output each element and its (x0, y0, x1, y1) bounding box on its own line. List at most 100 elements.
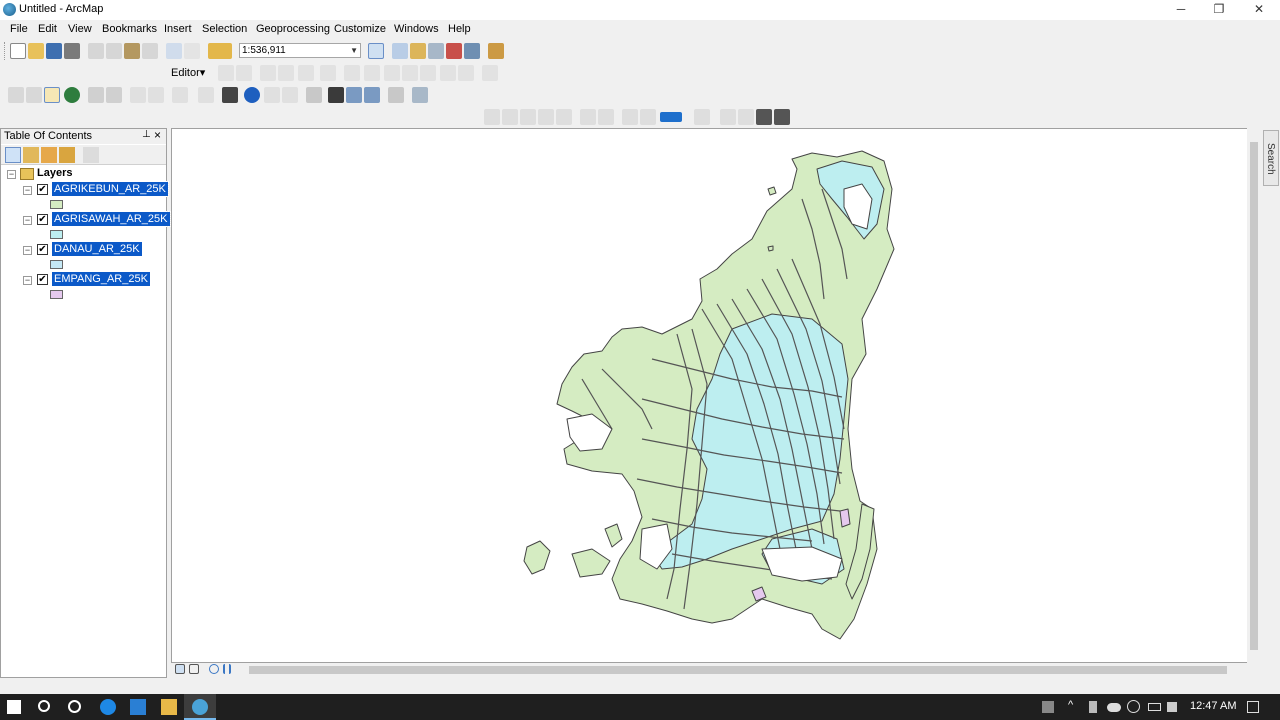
menu-insert[interactable]: Insert (164, 23, 192, 35)
layout-pan-icon[interactable] (520, 109, 536, 125)
taskbar-clock[interactable]: 12:47 AM (1190, 700, 1236, 712)
fixed-zoom-out-icon[interactable] (106, 87, 122, 103)
arctoolbox-icon[interactable] (446, 43, 462, 59)
menu-selection[interactable]: Selection (202, 23, 247, 35)
layout-back-icon[interactable] (622, 109, 638, 125)
horizontal-scroll-thumb[interactable] (249, 666, 1227, 674)
data-driven-pages-icon[interactable] (756, 109, 772, 125)
paste-icon[interactable] (124, 43, 140, 59)
find-route-icon[interactable] (346, 87, 362, 103)
endpoint-arc-icon[interactable] (278, 65, 294, 81)
menu-bookmarks[interactable]: Bookmarks (102, 23, 157, 35)
cut-icon[interactable] (88, 43, 104, 59)
clear-selection-icon[interactable] (198, 87, 214, 103)
menu-customize[interactable]: Customize (334, 23, 386, 35)
layer-collapse-icon[interactable]: − (23, 276, 32, 285)
mail-icon[interactable] (130, 699, 146, 715)
layout-forward-icon[interactable] (640, 109, 656, 125)
toc-window-icon[interactable] (392, 43, 408, 59)
straight-segment-icon[interactable] (260, 65, 276, 81)
menu-geoprocessing[interactable]: Geoprocessing (256, 23, 330, 35)
full-extent-icon[interactable] (64, 87, 80, 103)
list-by-drawing-order-icon[interactable] (5, 147, 21, 163)
layer-visibility-checkbox[interactable]: ✔ (37, 214, 48, 225)
layers-root-label[interactable]: Layers (37, 167, 72, 179)
search-icon[interactable] (38, 700, 50, 712)
pin-icon[interactable]: ⊥ (142, 129, 151, 140)
file-explorer-icon[interactable] (161, 699, 177, 715)
time-slider-icon[interactable] (388, 87, 404, 103)
layout-view-icon[interactable] (189, 664, 199, 674)
html-popup-icon[interactable] (282, 87, 298, 103)
layer-name-empang[interactable]: EMPANG_AR_25K (51, 271, 151, 287)
zoom-percent-field[interactable] (660, 112, 682, 122)
battery-icon[interactable] (1148, 703, 1161, 711)
model-builder-icon[interactable] (488, 43, 504, 59)
go-forward-icon[interactable] (148, 87, 164, 103)
zoom-whole-page-icon[interactable] (538, 109, 554, 125)
vertical-scroll-thumb[interactable] (1250, 142, 1258, 650)
edit-annotation-icon[interactable] (236, 65, 252, 81)
sketch-properties-icon[interactable] (458, 65, 474, 81)
python-window-icon[interactable] (464, 43, 480, 59)
windows-start-icon[interactable] (7, 700, 21, 714)
layer-symbol-swatch[interactable] (50, 200, 63, 209)
layer-symbol-swatch[interactable] (50, 260, 63, 269)
catalog-window-icon[interactable] (410, 43, 426, 59)
chevron-up-icon[interactable]: ^ (1068, 699, 1080, 715)
zoom-out-icon[interactable] (26, 87, 42, 103)
list-by-selection-icon[interactable] (59, 147, 75, 163)
change-layout-icon[interactable] (738, 109, 754, 125)
menu-edit[interactable]: Edit (38, 23, 57, 35)
zoom-100-icon[interactable] (556, 109, 572, 125)
layer-visibility-checkbox[interactable]: ✔ (37, 184, 48, 195)
layer-collapse-icon[interactable]: − (23, 216, 32, 225)
layout-zoom-out-icon[interactable] (502, 109, 518, 125)
list-by-source-icon[interactable] (23, 147, 39, 163)
menu-view[interactable]: View (68, 23, 92, 35)
toolbar-grip[interactable] (4, 42, 7, 60)
fixed-zoom-in-icon[interactable] (88, 87, 104, 103)
layer-name-agrikebun[interactable]: AGRIKEBUN_AR_25K (51, 181, 169, 197)
arcmap-taskbar-button[interactable] (184, 694, 216, 720)
edit-tool-icon[interactable] (218, 65, 234, 81)
identify-icon[interactable] (244, 87, 260, 103)
layer-symbol-swatch[interactable] (50, 230, 63, 239)
search-window-icon[interactable] (428, 43, 444, 59)
restore-button[interactable]: ❐ (1200, 0, 1238, 20)
map-display[interactable] (171, 128, 1261, 663)
layout-zoom-in-icon[interactable] (484, 109, 500, 125)
create-features-icon[interactable] (482, 65, 498, 81)
focus-data-frame-icon[interactable] (720, 109, 736, 125)
layer-symbol-swatch[interactable] (50, 290, 63, 299)
print-icon[interactable] (64, 43, 80, 59)
list-by-visibility-icon[interactable] (41, 147, 57, 163)
select-elements-icon[interactable] (222, 87, 238, 103)
onedrive-icon[interactable] (1107, 703, 1121, 712)
go-back-icon[interactable] (130, 87, 146, 103)
volume-icon[interactable] (1167, 702, 1177, 712)
search-side-tab[interactable]: Search (1263, 130, 1279, 186)
layer-visibility-checkbox[interactable]: ✔ (37, 274, 48, 285)
layer-collapse-icon[interactable]: − (23, 186, 32, 195)
split-icon[interactable] (402, 65, 418, 81)
undo-icon[interactable] (166, 43, 182, 59)
layout-toolbar-more-icon[interactable] (774, 109, 790, 125)
cortana-icon[interactable] (68, 700, 81, 713)
new-document-icon[interactable] (10, 43, 26, 59)
layer-collapse-icon[interactable]: − (23, 246, 32, 255)
point-icon[interactable] (320, 65, 336, 81)
pan-icon[interactable] (44, 87, 60, 103)
copy-icon[interactable] (106, 43, 122, 59)
delete-icon[interactable] (142, 43, 158, 59)
refresh-icon[interactable] (209, 664, 219, 674)
open-folder-icon[interactable] (28, 43, 44, 59)
menu-windows[interactable]: Windows (394, 23, 439, 35)
edit-vertices-icon[interactable] (344, 65, 360, 81)
attributes-icon[interactable] (440, 65, 456, 81)
add-data-icon[interactable] (208, 43, 232, 59)
network-globe-icon[interactable] (1127, 700, 1140, 713)
map-vertical-scrollbar[interactable] (1247, 128, 1261, 663)
layer-visibility-checkbox[interactable]: ✔ (37, 244, 48, 255)
minimize-button[interactable]: ─ (1162, 0, 1200, 20)
